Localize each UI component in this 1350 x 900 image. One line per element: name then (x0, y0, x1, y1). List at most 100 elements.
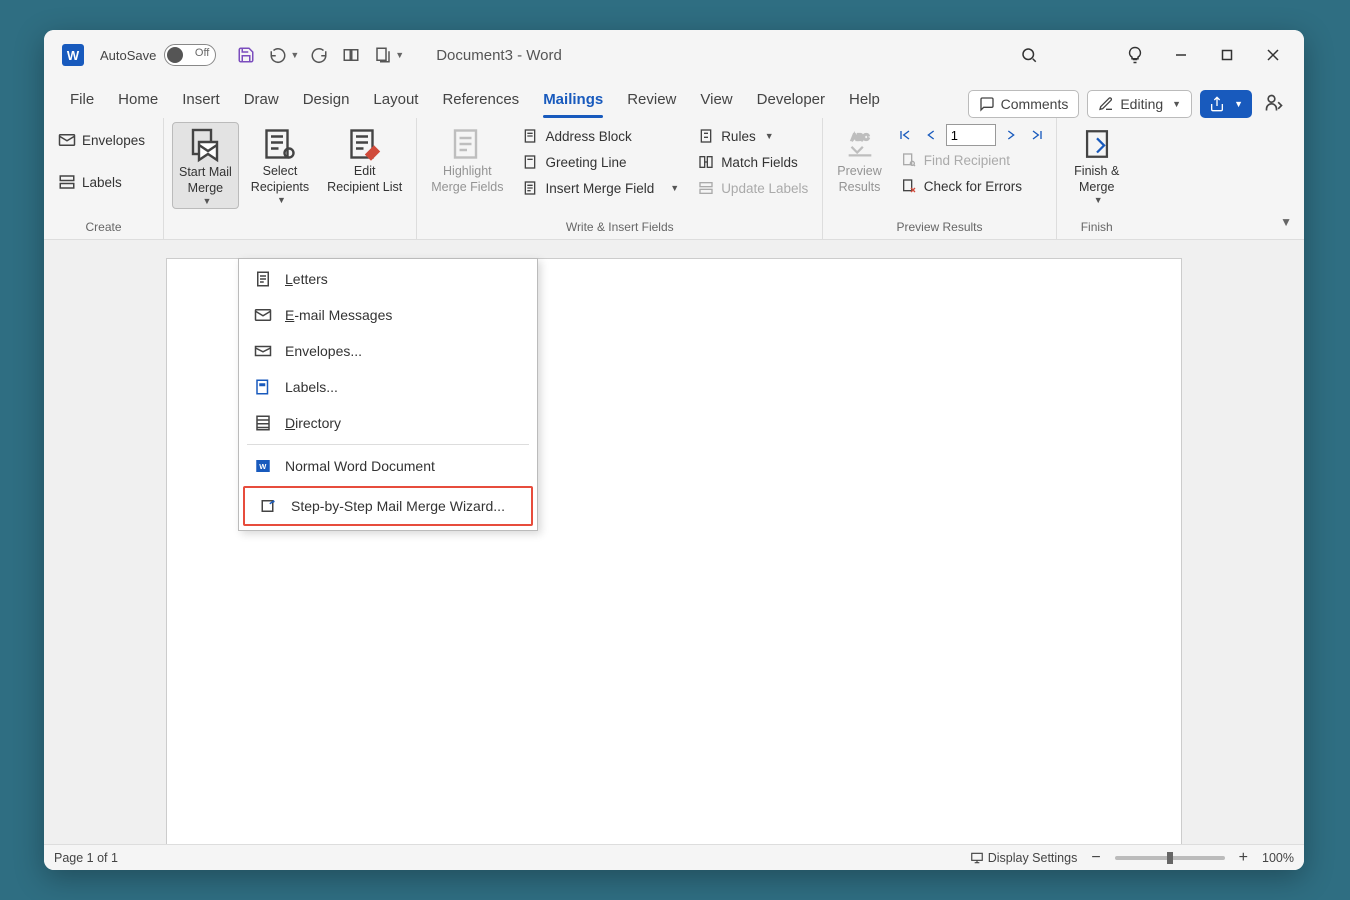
tab-file[interactable]: File (58, 83, 106, 118)
directory-icon (253, 413, 273, 433)
close-button[interactable] (1250, 35, 1296, 75)
zoom-thumb[interactable] (1167, 852, 1173, 864)
qat-icon-2[interactable] (369, 41, 397, 69)
tab-draw[interactable]: Draw (232, 83, 291, 118)
zoom-slider[interactable] (1115, 856, 1225, 860)
tab-view[interactable]: View (688, 83, 744, 118)
start-mail-merge-button[interactable]: Start Mail Merge▼ (172, 122, 239, 209)
envelopes-button[interactable]: Envelopes (52, 128, 151, 152)
rules-label: Rules (721, 129, 756, 144)
update-labels-button[interactable]: Update Labels (691, 176, 814, 200)
app-window: W AutoSave Off ▼ ▼ Document3 - Word (44, 30, 1304, 870)
comments-button[interactable]: Comments (968, 90, 1080, 118)
match-icon (697, 153, 715, 171)
tab-review[interactable]: Review (615, 83, 688, 118)
record-number-input[interactable] (946, 124, 996, 146)
finish-merge-button[interactable]: Finish & Merge▼ (1065, 122, 1129, 207)
group-preview-label: Preview Results (831, 217, 1047, 239)
autosave-toggle[interactable]: Off (164, 44, 216, 66)
dd-normal-doc[interactable]: W Normal Word Document (239, 448, 537, 484)
dd-directory[interactable]: Directory (239, 405, 537, 441)
qat-customize-chevron[interactable]: ▼ (395, 50, 404, 60)
dd-email-label: E-mail Messages (285, 307, 392, 323)
dd-wizard[interactable]: Step-by-Step Mail Merge Wizard... (245, 488, 531, 524)
tab-layout[interactable]: Layout (361, 83, 430, 118)
group-create-label: Create (52, 217, 155, 239)
collab-icon[interactable] (1258, 88, 1290, 118)
label-icon (253, 377, 273, 397)
insert-merge-field-button[interactable]: Insert Merge Field ▼ (515, 176, 685, 200)
group-start-merge: Start Mail Merge▼ Select Recipients▼ Edi… (164, 118, 417, 239)
chevron-down-icon: ▼ (1094, 195, 1103, 205)
minimize-button[interactable] (1158, 35, 1204, 75)
dd-envelopes-label: Envelopes... (285, 343, 362, 359)
find-recipient-button[interactable]: Find Recipient (894, 148, 1048, 172)
mail-merge-icon (187, 127, 223, 163)
address-block-button[interactable]: Address Block (515, 124, 685, 148)
tab-help[interactable]: Help (837, 83, 892, 118)
zoom-out-button[interactable]: − (1087, 849, 1104, 867)
rules-icon (697, 127, 715, 145)
collapse-ribbon-chevron[interactable]: ▼ (1280, 215, 1292, 229)
save-icon[interactable] (232, 41, 260, 69)
search-icon[interactable] (1006, 35, 1052, 75)
greeting-line-button[interactable]: Greeting Line (515, 150, 685, 174)
next-record-button[interactable] (1000, 124, 1022, 146)
undo-dropdown-chevron[interactable]: ▼ (290, 50, 299, 60)
preview-results-button[interactable]: ABC Preview Results (831, 122, 887, 197)
labels-button[interactable]: Labels (52, 170, 151, 194)
tab-developer[interactable]: Developer (745, 83, 837, 118)
document-title: Document3 - Word (436, 47, 562, 64)
svg-text:ABC: ABC (851, 132, 868, 142)
prev-record-button[interactable] (920, 124, 942, 146)
svg-text:W: W (259, 462, 267, 471)
select-recipients-button[interactable]: Select Recipients▼ (245, 122, 315, 207)
envelopes-label: Envelopes (82, 133, 145, 148)
titlebar: W AutoSave Off ▼ ▼ Document3 - Word (44, 30, 1304, 80)
dd-envelopes[interactable]: Envelopes... (239, 333, 537, 369)
wizard-icon (259, 496, 279, 516)
tab-home[interactable]: Home (106, 83, 170, 118)
dd-normal-label: Normal Word Document (285, 458, 435, 474)
address-block-label: Address Block (545, 129, 631, 144)
highlight-label: Highlight Merge Fields (431, 164, 503, 195)
dd-letters[interactable]: Letters (239, 261, 537, 297)
record-nav (894, 124, 1048, 146)
check-icon (900, 177, 918, 195)
edit-list-icon (347, 126, 383, 162)
check-errors-button[interactable]: Check for Errors (894, 174, 1048, 198)
zoom-in-button[interactable]: + (1235, 849, 1252, 867)
highlight-merge-fields-button[interactable]: Highlight Merge Fields (425, 122, 509, 197)
qat-icon-1[interactable] (337, 41, 365, 69)
match-fields-button[interactable]: Match Fields (691, 150, 814, 174)
doc-icon (521, 127, 539, 145)
zoom-level[interactable]: 100% (1262, 851, 1294, 865)
dd-directory-label: Directory (285, 415, 341, 431)
dd-labels[interactable]: Labels... (239, 369, 537, 405)
recipients-icon (262, 126, 298, 162)
group-finish-label: Finish (1065, 217, 1129, 239)
page-status[interactable]: Page 1 of 1 (54, 851, 118, 865)
statusbar: Page 1 of 1 Display Settings − + 100% (44, 844, 1304, 870)
editing-button[interactable]: Editing ▼ (1087, 90, 1192, 118)
group-write-insert: Highlight Merge Fields Address Block Gre… (417, 118, 823, 239)
check-errors-label: Check for Errors (924, 179, 1022, 194)
undo-icon[interactable] (264, 41, 292, 69)
display-settings-button[interactable]: Display Settings (970, 851, 1078, 865)
share-button[interactable]: ▼ (1200, 90, 1252, 118)
redo-icon[interactable] (305, 41, 333, 69)
update-labels-label: Update Labels (721, 181, 808, 196)
tab-design[interactable]: Design (291, 83, 362, 118)
group-create: Envelopes Labels Create (44, 118, 164, 239)
maximize-button[interactable] (1204, 35, 1250, 75)
first-record-button[interactable] (894, 124, 916, 146)
rules-button[interactable]: Rules▼ (691, 124, 814, 148)
edit-recipient-list-button[interactable]: Edit Recipient List (321, 122, 408, 197)
preview-icon: ABC (842, 126, 878, 162)
tab-references[interactable]: References (430, 83, 531, 118)
last-record-button[interactable] (1026, 124, 1048, 146)
dd-email[interactable]: E-mail Messages (239, 297, 537, 333)
tab-mailings[interactable]: Mailings (531, 83, 615, 118)
lightbulb-icon[interactable] (1112, 35, 1158, 75)
tab-insert[interactable]: Insert (170, 83, 232, 118)
